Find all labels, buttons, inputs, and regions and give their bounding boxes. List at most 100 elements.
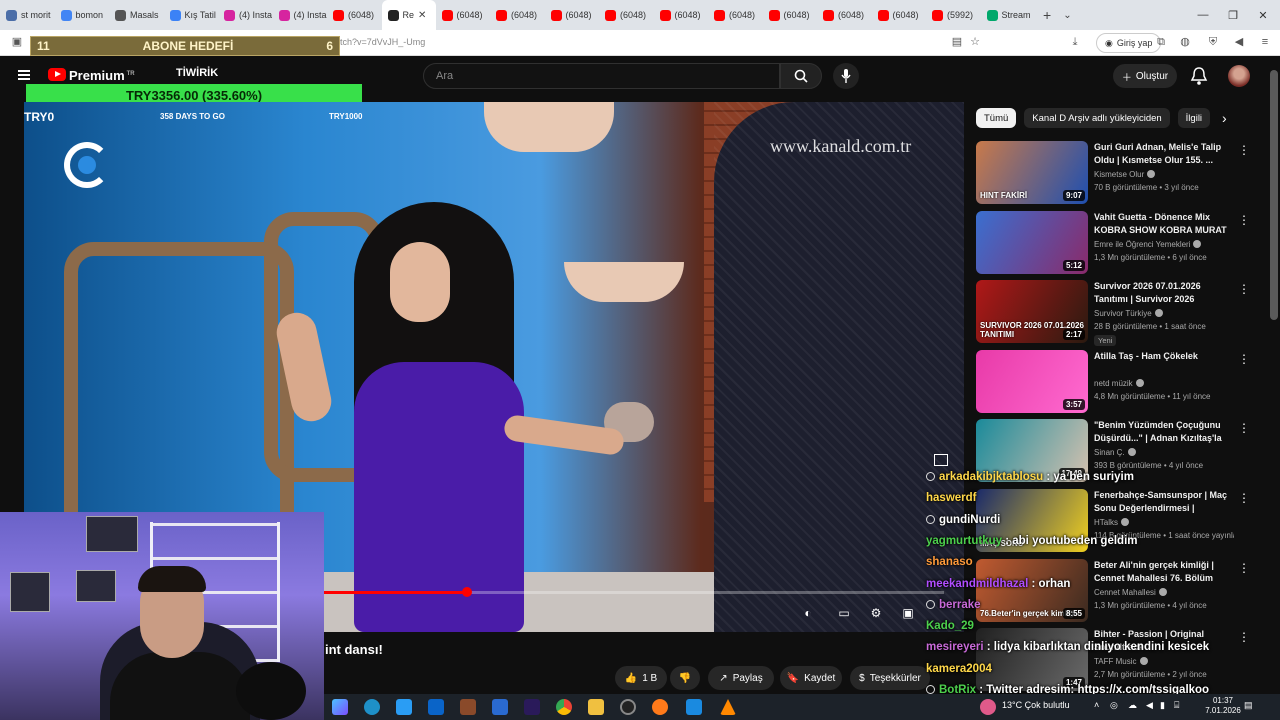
mail-icon[interactable] bbox=[428, 699, 444, 715]
filter-chip[interactable]: İlgili bbox=[1177, 108, 1211, 128]
chevron-right-icon[interactable]: › bbox=[1222, 110, 1227, 126]
recommended-video-title[interactable]: Fenerbahçe-Samsunspor | Maç Sonu Değerle… bbox=[1094, 489, 1228, 515]
recommended-video[interactable]: HINT FAKİRİ 9:07 Guri Guri Adnan, Melis'e … bbox=[976, 141, 1266, 205]
taskbar-clock[interactable]: 01:37 7.01.2026 bbox=[1200, 696, 1246, 716]
recommended-video-title[interactable]: Vahit Guetta - Dönence Mix KOBRA SHOW KO… bbox=[1094, 211, 1228, 237]
browser-tab[interactable]: st morit bbox=[0, 0, 55, 30]
channel-name[interactable]: Cennet Mahallesi bbox=[1094, 587, 1167, 597]
recommended-video[interactable]: 3:57 Atilla Taş - Ham Çökelek netd müzik 4,… bbox=[976, 349, 1266, 414]
tray-cloud-icon[interactable]: ☁ bbox=[1128, 700, 1137, 711]
search-button[interactable] bbox=[780, 63, 822, 89]
subtitles-icon[interactable]: ▭ bbox=[836, 606, 852, 620]
browser-tab[interactable]: (6048) bbox=[327, 0, 382, 30]
extensions-icon[interactable]: ⧉ bbox=[1154, 35, 1168, 49]
save-button[interactable]: 🔖 Kaydet bbox=[780, 666, 842, 690]
browser-tab[interactable]: Masals bbox=[109, 0, 164, 30]
scrollbar[interactable] bbox=[1270, 70, 1278, 320]
premiere-icon[interactable] bbox=[524, 699, 540, 715]
recommended-video[interactable]: 1:47 Bihter - Passion | Original Soundtra… bbox=[976, 628, 1266, 692]
miniplayer-icon[interactable] bbox=[934, 454, 948, 466]
recommended-video-title[interactable]: Atilla Taş - Ham Çökelek bbox=[1094, 350, 1228, 363]
screenshot-icon[interactable]: ▤ bbox=[950, 35, 964, 49]
browser-tab[interactable]: (6048) bbox=[436, 0, 491, 30]
browser-tab[interactable]: bomon bbox=[55, 0, 110, 30]
video-thumbnail[interactable]: SURVIVOR 2026 07.01.2026 TANITIMI 2:17 bbox=[976, 280, 1088, 344]
autoplay-toggle-icon[interactable]: ◐ bbox=[800, 606, 816, 620]
copilot-icon[interactable] bbox=[332, 699, 348, 715]
recommended-video[interactable]: 5:12 Vahit Guetta - Dönence Mix KOBRA SHO… bbox=[976, 210, 1266, 275]
tray-app-icon[interactable]: ◎ bbox=[1110, 700, 1118, 711]
volume-icon[interactable]: ◀ bbox=[1232, 35, 1246, 49]
avatar[interactable] bbox=[1228, 65, 1250, 87]
more-options-icon[interactable]: ⋮ bbox=[1238, 561, 1250, 575]
browser-tab[interactable]: (6048) bbox=[599, 0, 654, 30]
new-tab-icon[interactable]: + bbox=[1043, 7, 1051, 23]
weather-icon[interactable] bbox=[980, 699, 996, 715]
dropbox-icon[interactable] bbox=[492, 699, 508, 715]
video-thumbnail[interactable]: 5:12 bbox=[976, 210, 1088, 274]
voice-search-button[interactable] bbox=[833, 63, 859, 89]
sidebar-toggle-icon[interactable]: ▣ bbox=[10, 35, 24, 49]
close-tab-icon[interactable]: ✕ bbox=[418, 10, 426, 21]
browser-menu-icon[interactable]: ≡ bbox=[1258, 35, 1272, 49]
progress-knob[interactable] bbox=[461, 587, 472, 597]
browser-tab[interactable]: (6048) bbox=[872, 0, 927, 30]
edge-icon[interactable] bbox=[364, 699, 380, 715]
recommended-video[interactable]: 76.Beter'in gerçek kimliği 8:55 Beter Ali'… bbox=[976, 558, 1266, 623]
recommended-video-title[interactable]: Guri Guri Adnan, Melis'e Talip Oldu | Kı… bbox=[1094, 141, 1228, 167]
recommended-video-title[interactable]: "Benim Yüzümden Çoçuğunu Düşürdü..." | A… bbox=[1094, 419, 1228, 445]
more-options-icon[interactable]: ⋮ bbox=[1238, 491, 1250, 505]
browser-tab[interactable]: Stream bbox=[981, 0, 1036, 30]
thanks-button[interactable]: $ Teşekkürler bbox=[850, 666, 930, 690]
restore-icon[interactable]: ❐ bbox=[1218, 0, 1248, 30]
vlc-icon[interactable] bbox=[720, 699, 736, 715]
app-blue-icon[interactable] bbox=[686, 699, 702, 715]
like-button[interactable]: 👍 1 B bbox=[615, 666, 667, 690]
file-explorer-icon[interactable] bbox=[588, 699, 604, 715]
browser-tab[interactable]: (6048) bbox=[708, 0, 763, 30]
vpn-icon[interactable]: ◍ bbox=[1178, 35, 1192, 49]
settings-gear-icon[interactable]: ⚙ bbox=[868, 606, 884, 620]
video-thumbnail[interactable]: HINT FAKİRİ 9:07 bbox=[976, 141, 1088, 204]
browser-tab[interactable]: (6048) bbox=[545, 0, 600, 30]
channel-name[interactable]: Sinan Ç. bbox=[1094, 448, 1136, 457]
channel-name[interactable]: Survivor Türkiye bbox=[1094, 309, 1163, 318]
browser-tab[interactable]: (6048) bbox=[763, 0, 818, 30]
channel-name[interactable]: netd müzik bbox=[1094, 378, 1144, 388]
share-button[interactable]: ↗ Paylaş bbox=[708, 666, 774, 690]
hamburger-menu-icon[interactable] bbox=[18, 70, 30, 80]
tray-network-icon[interactable]: ⌸ bbox=[1174, 700, 1179, 711]
filter-chip[interactable]: Kanal D Arşiv adlı yükleyiciden bbox=[1024, 108, 1170, 128]
tray-speaker-icon[interactable]: ◀ bbox=[1146, 700, 1153, 711]
browser-tab[interactable]: (6048) bbox=[490, 0, 545, 30]
browser-tab[interactable]: (5992) bbox=[926, 0, 981, 30]
more-options-icon[interactable]: ⋮ bbox=[1238, 282, 1250, 296]
youtube-logo-icon[interactable] bbox=[48, 68, 66, 81]
minimize-icon[interactable]: — bbox=[1188, 0, 1218, 30]
dislike-button[interactable]: 👎 bbox=[670, 666, 700, 690]
obs-icon[interactable] bbox=[620, 699, 636, 715]
store-icon[interactable] bbox=[396, 699, 412, 715]
browser-tab[interactable]: Kış Tatil bbox=[164, 0, 219, 30]
browser-tab[interactable]: Re ✕ bbox=[381, 0, 436, 30]
url-text[interactable]: tch?v=7dVvJH_-Umg bbox=[340, 37, 425, 47]
weather-text[interactable]: 13°C Çok bulutlu bbox=[1002, 700, 1070, 710]
video-thumbnail[interactable]: 1:47 bbox=[976, 628, 1088, 692]
firefox-icon[interactable] bbox=[652, 699, 668, 715]
bookmark-star-icon[interactable]: ☆ bbox=[968, 35, 982, 49]
browser-tab[interactable]: (4) Insta bbox=[218, 0, 273, 30]
tab-list-icon[interactable]: ⌄ bbox=[1063, 10, 1071, 21]
video-thumbnail[interactable]: 76.Beter'in gerçek kimliği 8:55 bbox=[976, 558, 1088, 622]
more-options-icon[interactable]: ⋮ bbox=[1238, 213, 1250, 227]
channel-name[interactable]: HTalks bbox=[1094, 518, 1130, 527]
login-button[interactable]: ◉ Giriş yap bbox=[1096, 33, 1162, 53]
chrome-icon[interactable] bbox=[556, 699, 572, 715]
browser-tab[interactable]: (6048) bbox=[654, 0, 709, 30]
notifications-bell-icon[interactable] bbox=[1190, 66, 1208, 86]
recommended-video-title[interactable]: Survivor 2026 07.01.2026 Tanıtımı | Surv… bbox=[1094, 280, 1228, 306]
app-icon[interactable] bbox=[460, 699, 476, 715]
video-thumbnail[interactable]: 3:57 bbox=[976, 349, 1088, 413]
theater-mode-icon[interactable]: ▣ bbox=[900, 606, 916, 620]
video-progress-bar[interactable] bbox=[324, 587, 944, 597]
close-window-icon[interactable]: ✕ bbox=[1248, 0, 1278, 30]
